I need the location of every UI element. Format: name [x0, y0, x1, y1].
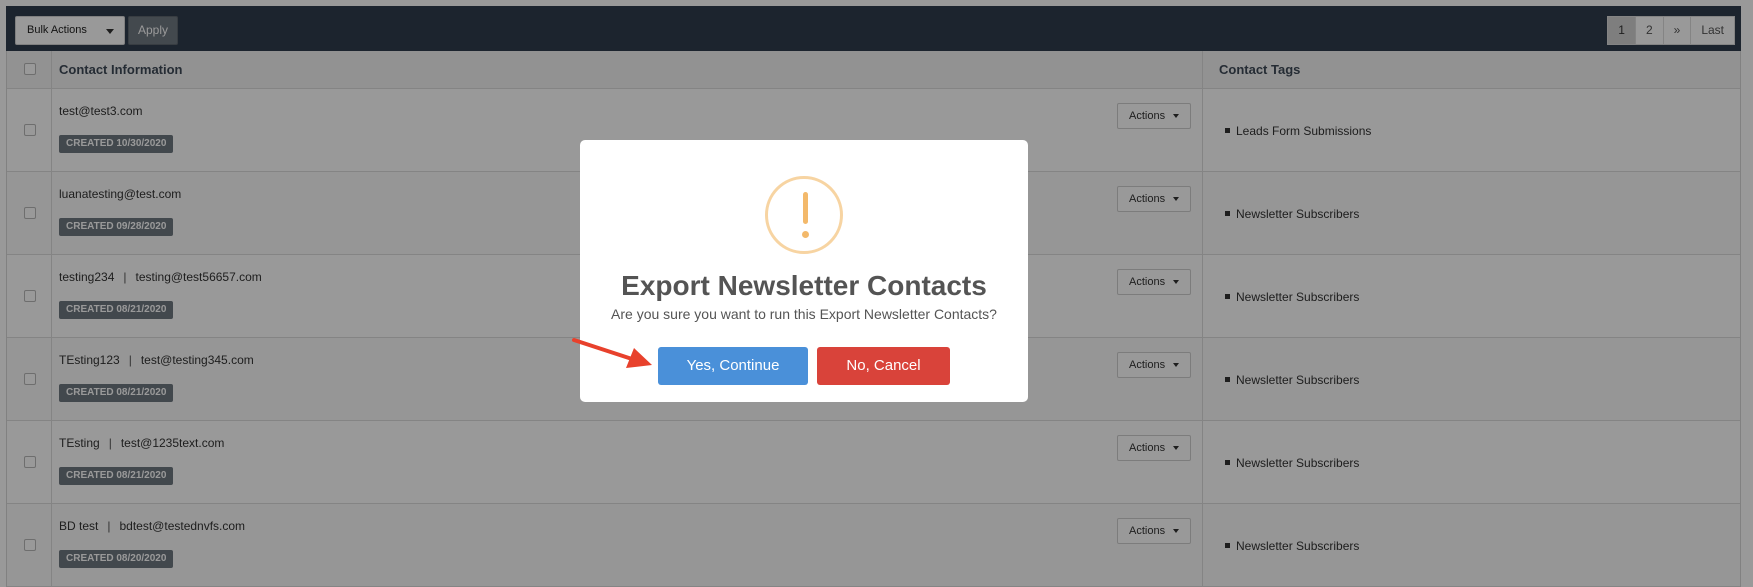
warning-icon-dot — [802, 231, 809, 238]
contacts-page: Bulk Actions Apply 1 2 » Last Contact In… — [0, 0, 1753, 587]
annotation-arrow-icon — [572, 338, 652, 368]
warning-icon — [765, 176, 843, 254]
cancel-button[interactable]: No, Cancel — [817, 347, 950, 385]
dialog-message: Are you sure you want to run this Export… — [611, 306, 997, 322]
confirm-button[interactable]: Yes, Continue — [658, 347, 808, 385]
dialog-title: Export Newsletter Contacts — [621, 270, 987, 301]
warning-icon-bar — [803, 192, 808, 224]
